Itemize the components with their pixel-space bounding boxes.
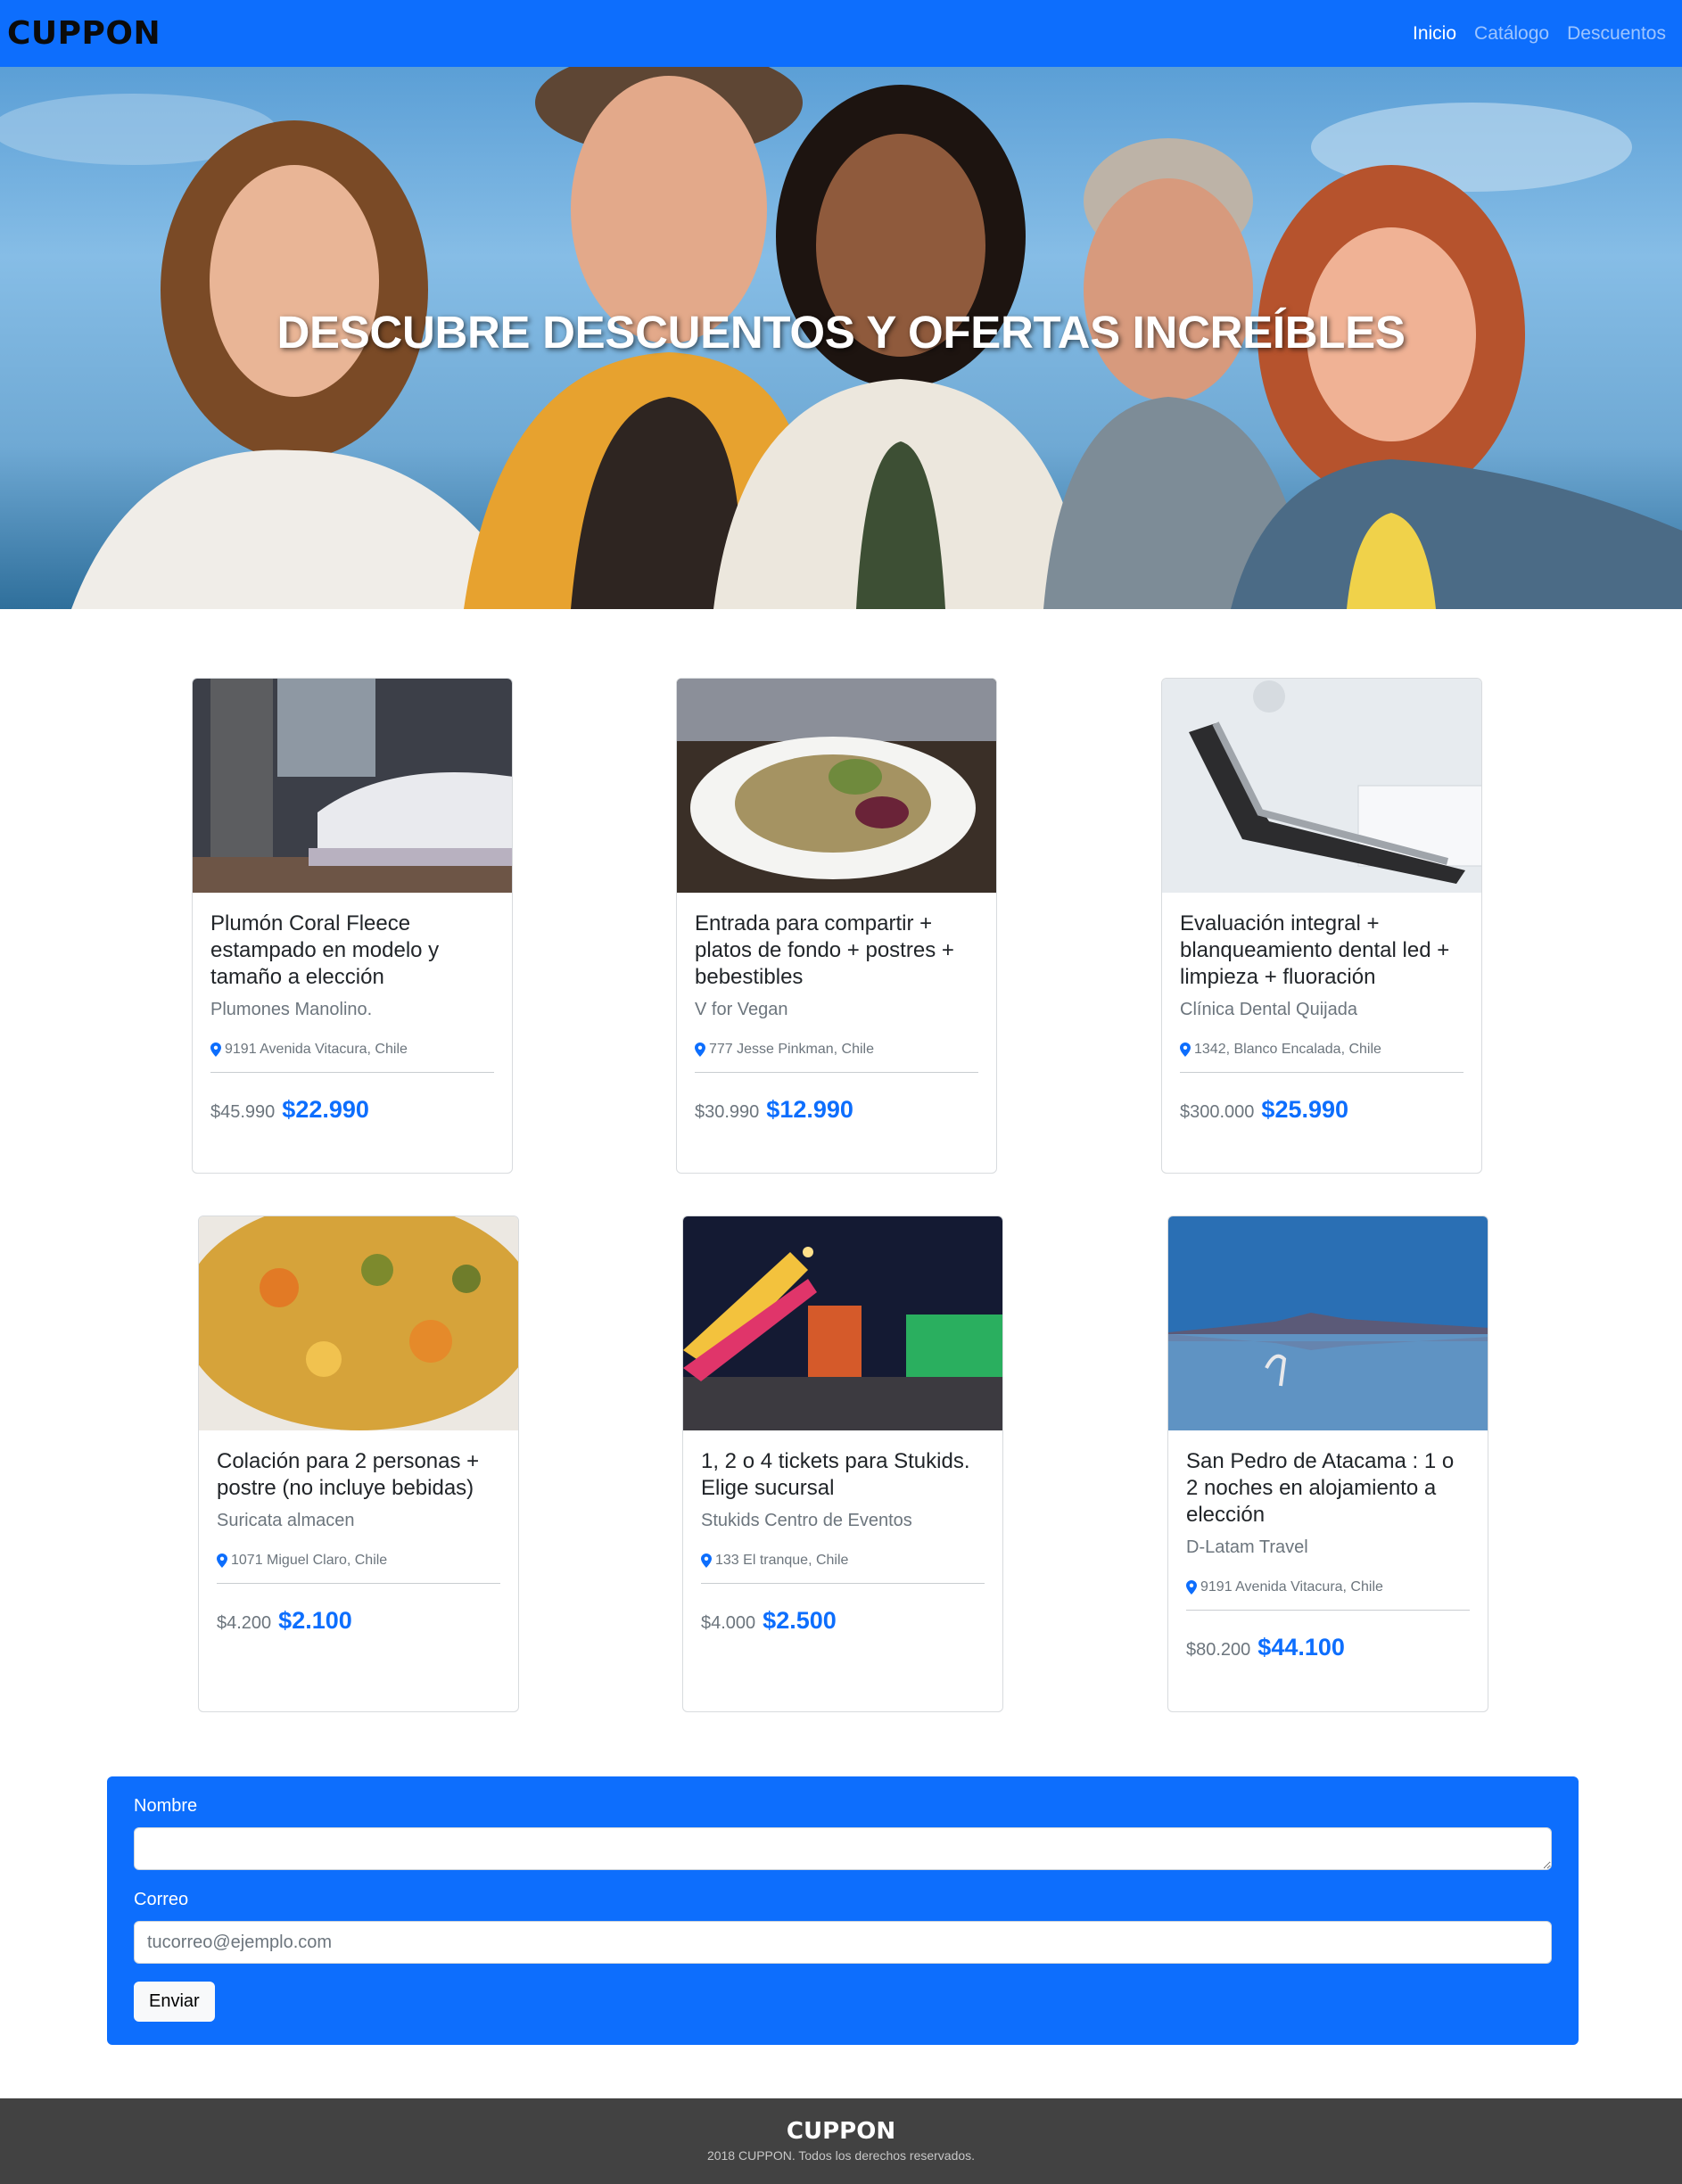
email-field[interactable] xyxy=(134,1921,1552,1964)
salad-photo[interactable] xyxy=(677,679,996,893)
bedroom-photo[interactable] xyxy=(193,679,512,893)
footer-brand: CUPPON xyxy=(786,2118,896,2145)
nav-link-descuentos[interactable]: Descuentos xyxy=(1567,23,1666,45)
old-price: $45.990 xyxy=(210,1102,276,1122)
card-location: 1071 Miguel Claro, Chile xyxy=(217,1553,500,1569)
card-location: 133 El tranque, Chile xyxy=(701,1553,985,1569)
card-prices: $30.990 $12.990 xyxy=(695,1096,978,1165)
deal-card[interactable]: Colación para 2 personas + postre (no in… xyxy=(198,1216,519,1712)
card-prices: $300.000 $25.990 xyxy=(1180,1096,1464,1165)
card-prices: $4.000 $2.500 xyxy=(701,1607,985,1676)
card-vendor: V for Vegan xyxy=(695,1000,788,1019)
nav-links: Inicio Catálogo Descuentos xyxy=(1413,23,1666,45)
card-vendor: Suricata almacen xyxy=(217,1511,355,1530)
map-pin-icon xyxy=(210,1043,221,1057)
hero-banner: DESCUBRE DESCUENTOS Y OFERTAS INCREÍBLES xyxy=(0,67,1682,609)
contact-form: Nombre Correo Enviar xyxy=(107,1776,1579,2045)
name-label: Nombre xyxy=(134,1796,198,1816)
card-location-text: 9191 Avenida Vitacura, Chile xyxy=(1200,1579,1383,1595)
card-title[interactable]: San Pedro de Atacama : 1 o 2 noches en a… xyxy=(1186,1448,1470,1529)
map-pin-icon xyxy=(1186,1580,1197,1595)
card-location-text: 133 El tranque, Chile xyxy=(715,1553,849,1568)
new-price: $22.990 xyxy=(282,1096,369,1123)
card-body: 1, 2 o 4 tickets para Stukids. Elige suc… xyxy=(683,1430,1002,1676)
old-price: $30.990 xyxy=(695,1102,760,1122)
card-body: Plumón Coral Fleece estampado en modelo … xyxy=(193,893,512,1165)
card-vendor: D-Latam Travel xyxy=(1186,1537,1308,1557)
card-prices: $4.200 $2.100 xyxy=(217,1607,500,1676)
card-divider xyxy=(210,1072,494,1073)
card-body: San Pedro de Atacama : 1 o 2 noches en a… xyxy=(1168,1430,1488,1702)
card-title[interactable]: Entrada para compartir + platos de fondo… xyxy=(695,911,978,991)
map-pin-icon xyxy=(695,1043,705,1057)
send-button[interactable]: Enviar xyxy=(134,1982,215,2022)
map-pin-icon xyxy=(701,1554,712,1568)
card-vendor: Stukids Centro de Eventos xyxy=(701,1511,912,1530)
card-divider xyxy=(1186,1610,1470,1611)
footer-copyright: 2018 CUPPON. Todos los derechos reservad… xyxy=(706,2148,976,2163)
card-location: 777 Jesse Pinkman, Chile xyxy=(695,1042,978,1058)
deal-card[interactable]: San Pedro de Atacama : 1 o 2 noches en a… xyxy=(1167,1216,1488,1712)
card-location: 9191 Avenida Vitacura, Chile xyxy=(1186,1579,1470,1595)
card-title[interactable]: Evaluación integral + blanqueamiento den… xyxy=(1180,911,1464,991)
fair-rides-photo[interactable] xyxy=(683,1216,1002,1430)
email-label: Correo xyxy=(134,1890,189,1909)
card-title[interactable]: Plumón Coral Fleece estampado en modelo … xyxy=(210,911,494,991)
card-divider xyxy=(695,1072,978,1073)
old-price: $80.200 xyxy=(1186,1640,1251,1660)
card-body: Colación para 2 personas + postre (no in… xyxy=(199,1430,518,1676)
deal-card[interactable]: 1, 2 o 4 tickets para Stukids. Elige suc… xyxy=(682,1216,1003,1712)
card-location: 9191 Avenida Vitacura, Chile xyxy=(210,1042,494,1058)
card-location-text: 777 Jesse Pinkman, Chile xyxy=(709,1042,874,1057)
new-price: $44.100 xyxy=(1257,1634,1345,1661)
card-divider xyxy=(701,1583,985,1584)
card-prices: $45.990 $22.990 xyxy=(210,1096,494,1165)
card-vendor: Plumones Manolino. xyxy=(210,1000,373,1019)
nav-link-catalogo[interactable]: Catálogo xyxy=(1474,23,1549,45)
card-body: Entrada para compartir + platos de fondo… xyxy=(677,893,996,1165)
card-location: 1342, Blanco Encalada, Chile xyxy=(1180,1042,1464,1058)
dental-chair-photo[interactable] xyxy=(1162,679,1481,893)
card-title[interactable]: 1, 2 o 4 tickets para Stukids. Elige suc… xyxy=(701,1448,985,1502)
navbar: CUPPON Inicio Catálogo Descuentos xyxy=(0,0,1682,67)
brand-logo[interactable]: CUPPON xyxy=(7,15,161,52)
stew-photo[interactable] xyxy=(199,1216,518,1430)
old-price: $300.000 xyxy=(1180,1102,1255,1122)
new-price: $2.100 xyxy=(278,1607,352,1634)
map-pin-icon xyxy=(217,1554,227,1568)
card-location-text: 1071 Miguel Claro, Chile xyxy=(231,1553,388,1568)
card-title[interactable]: Colación para 2 personas + postre (no in… xyxy=(217,1448,500,1502)
old-price: $4.200 xyxy=(217,1613,272,1633)
hero-title: DESCUBRE DESCUENTOS Y OFERTAS INCREÍBLES xyxy=(276,307,1406,358)
card-body: Evaluación integral + blanqueamiento den… xyxy=(1162,893,1481,1165)
new-price: $2.500 xyxy=(763,1607,837,1634)
card-divider xyxy=(217,1583,500,1584)
card-prices: $80.200 $44.100 xyxy=(1186,1634,1470,1702)
new-price: $25.990 xyxy=(1261,1096,1349,1123)
map-pin-icon xyxy=(1180,1043,1191,1057)
card-divider xyxy=(1180,1072,1464,1073)
deal-card[interactable]: Evaluación integral + blanqueamiento den… xyxy=(1161,678,1482,1174)
card-location-text: 1342, Blanco Encalada, Chile xyxy=(1194,1042,1381,1057)
footer: CUPPON 2018 CUPPON. Todos los derechos r… xyxy=(0,2098,1682,2184)
card-vendor: Clínica Dental Quijada xyxy=(1180,1000,1357,1019)
old-price: $4.000 xyxy=(701,1613,756,1633)
nav-link-inicio[interactable]: Inicio xyxy=(1413,23,1456,45)
salt-flat-flamingo-photo[interactable] xyxy=(1168,1216,1488,1430)
deal-card[interactable]: Plumón Coral Fleece estampado en modelo … xyxy=(192,678,513,1174)
card-location-text: 9191 Avenida Vitacura, Chile xyxy=(225,1042,408,1057)
new-price: $12.990 xyxy=(766,1096,853,1123)
deal-card[interactable]: Entrada para compartir + platos de fondo… xyxy=(676,678,997,1174)
name-field[interactable] xyxy=(134,1827,1552,1870)
